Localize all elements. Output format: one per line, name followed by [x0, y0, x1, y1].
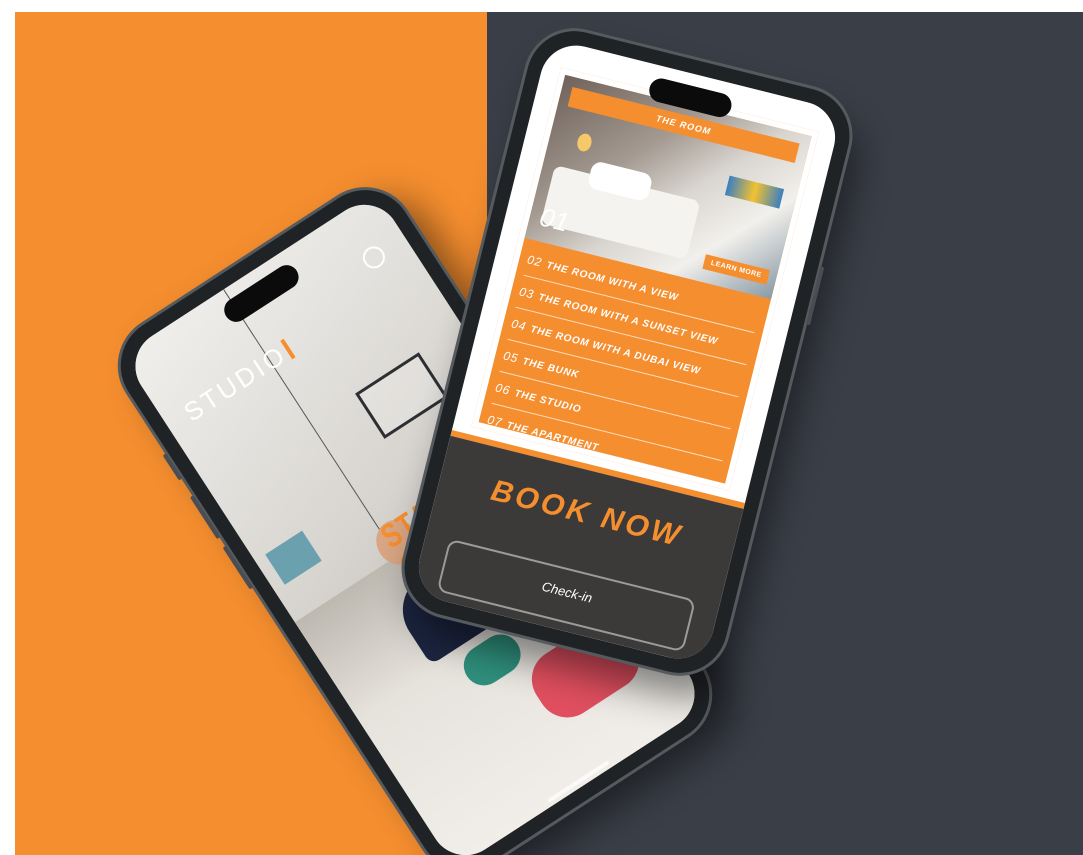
- learn-more-button[interactable]: LEARN MORE: [702, 254, 771, 285]
- room-item-number: 02: [525, 252, 544, 270]
- room-item-number: 07: [485, 412, 504, 430]
- featured-room-number: 01: [536, 201, 573, 238]
- room-item-number: 03: [517, 284, 536, 302]
- room-item-name: THE BUNK: [521, 356, 581, 381]
- room-item-number: 05: [501, 348, 520, 366]
- room-item-number: 04: [509, 316, 528, 334]
- mockup-stage: STUDIO STAY AT STUDIO THE ROOM 01: [0, 0, 1083, 855]
- room-item-number: 06: [493, 380, 512, 398]
- room-photo-wallart: [724, 175, 785, 209]
- rooms-card: THE ROOM 01 LEARN MORE 02THE ROOM WITH A…: [471, 67, 819, 494]
- room-photo-lamp: [575, 132, 594, 153]
